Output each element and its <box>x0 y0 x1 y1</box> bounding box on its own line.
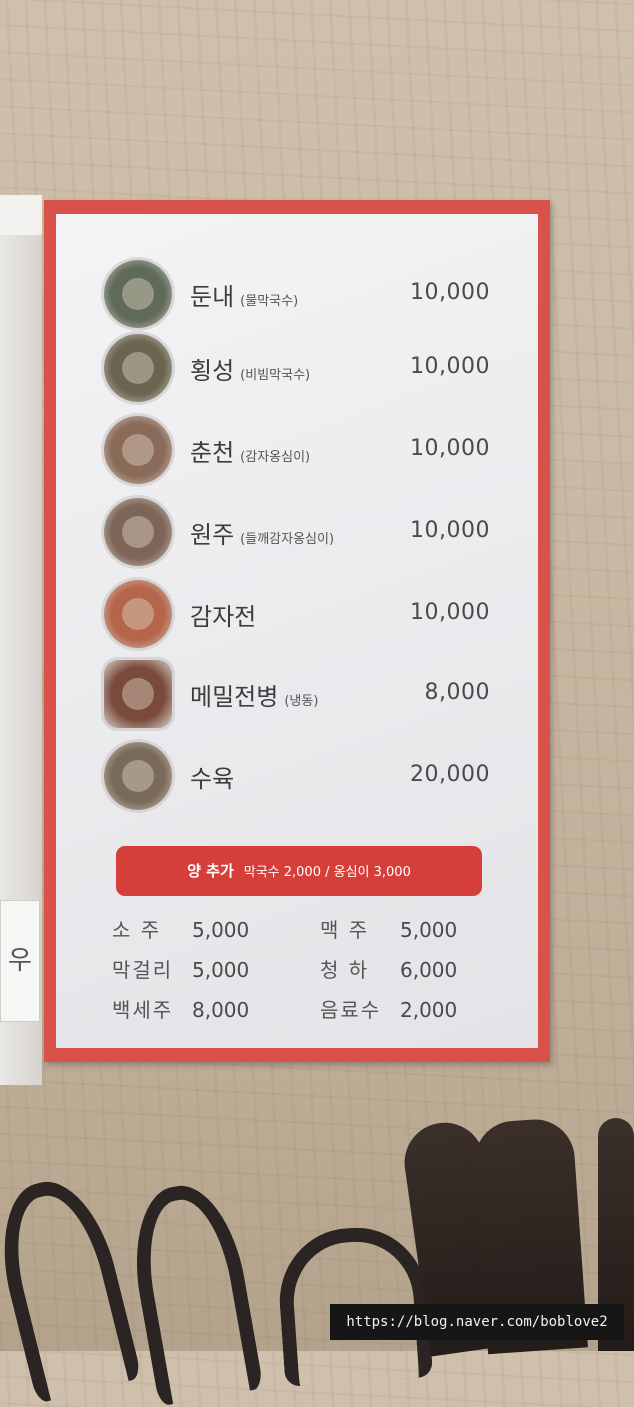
menu-item: 수육 20,000 <box>56 742 538 812</box>
drink-price: 8,000 <box>192 998 250 1022</box>
menu-item-price: 10,000 <box>410 518 490 543</box>
menu-item: 원주 (들깨감자옹심이) 10,000 <box>56 498 538 568</box>
menu-item: 메밀전병 (냉동) 8,000 <box>56 660 538 730</box>
menu-item: 감자전 10,000 <box>56 580 538 650</box>
drink-name: 막걸리 <box>112 958 174 982</box>
menu-item-sub: (들깨감자옹심이) <box>240 532 335 547</box>
blog-watermark: https://blog.naver.com/boblove2 <box>330 1304 624 1340</box>
drink-item: 백세주 8,000 <box>112 994 249 1023</box>
menu-item-name: 둔내 <box>190 283 235 311</box>
menu-item: 둔내 (물막국수) 10,000 <box>56 260 538 330</box>
drink-price: 5,000 <box>192 918 250 942</box>
wall-panel-strip <box>0 195 42 235</box>
food-photo-icon <box>104 416 172 484</box>
drink-price: 5,000 <box>400 918 458 942</box>
menu-item-price: 10,000 <box>410 354 490 379</box>
drink-item: 청 하 6,000 <box>320 954 457 983</box>
drink-item: 막걸리 5,000 <box>112 954 249 983</box>
menu-item-name: 메밀전병 <box>190 683 279 711</box>
extra-portion-detail: 막국수 2,000 / 옹심이 3,000 <box>243 865 411 880</box>
drink-name: 음료수 <box>320 998 382 1022</box>
chair-back <box>122 1177 264 1407</box>
extra-portion-banner: 양 추가 막국수 2,000 / 옹심이 3,000 <box>116 846 482 896</box>
food-photo-icon <box>104 498 172 566</box>
chair-back <box>0 1170 143 1404</box>
drink-price: 6,000 <box>400 958 458 982</box>
food-photo-icon <box>104 742 172 810</box>
wall-panel-left: 우 <box>0 195 42 1085</box>
menu-item-name: 춘천 <box>190 439 235 467</box>
menu-item-name: 수육 <box>190 765 235 793</box>
drink-name: 소 주 <box>112 918 162 942</box>
menu-item: 횡성 (비빔막국수) 10,000 <box>56 334 538 404</box>
extra-portion-label: 양 추가 <box>187 862 234 880</box>
menu-item-sub: (냉동) <box>284 694 319 709</box>
menu-item-price: 10,000 <box>410 436 490 461</box>
food-photo-icon <box>104 334 172 402</box>
wall-note: 우 <box>0 900 40 1022</box>
menu-item-price: 10,000 <box>410 280 490 305</box>
menu-item-sub: (물막국수) <box>240 294 299 309</box>
drink-name: 맥 주 <box>320 918 370 942</box>
menu-item: 춘천 (감자옹심이) 10,000 <box>56 416 538 486</box>
food-photo-icon <box>104 260 172 328</box>
food-photo-icon <box>104 660 172 728</box>
menu-item-price: 8,000 <box>424 680 490 705</box>
menu-item-sub: (감자옹심이) <box>240 450 311 465</box>
menu-item-price: 10,000 <box>410 600 490 625</box>
drink-item: 음료수 2,000 <box>320 994 457 1023</box>
menu-item-name: 원주 <box>190 521 235 549</box>
menu-item-sub: (비빔막국수) <box>240 368 311 383</box>
menu-panel: 둔내 (물막국수) 10,000 횡성 (비빔막국수) 10,000 춘천 (감자옹심… <box>56 214 538 1048</box>
drink-name: 백세주 <box>112 998 174 1022</box>
drink-name: 청 하 <box>320 958 370 982</box>
drink-price: 5,000 <box>192 958 250 982</box>
menu-board: 둔내 (물막국수) 10,000 횡성 (비빔막국수) 10,000 춘천 (감자옹심… <box>44 200 550 1062</box>
drink-price: 2,000 <box>400 998 458 1022</box>
menu-item-name: 감자전 <box>190 603 257 631</box>
menu-item-price: 20,000 <box>410 762 490 787</box>
menu-item-name: 횡성 <box>190 357 235 385</box>
drink-item: 소 주 5,000 <box>112 914 249 943</box>
food-photo-icon <box>104 580 172 648</box>
drink-item: 맥 주 5,000 <box>320 914 457 943</box>
